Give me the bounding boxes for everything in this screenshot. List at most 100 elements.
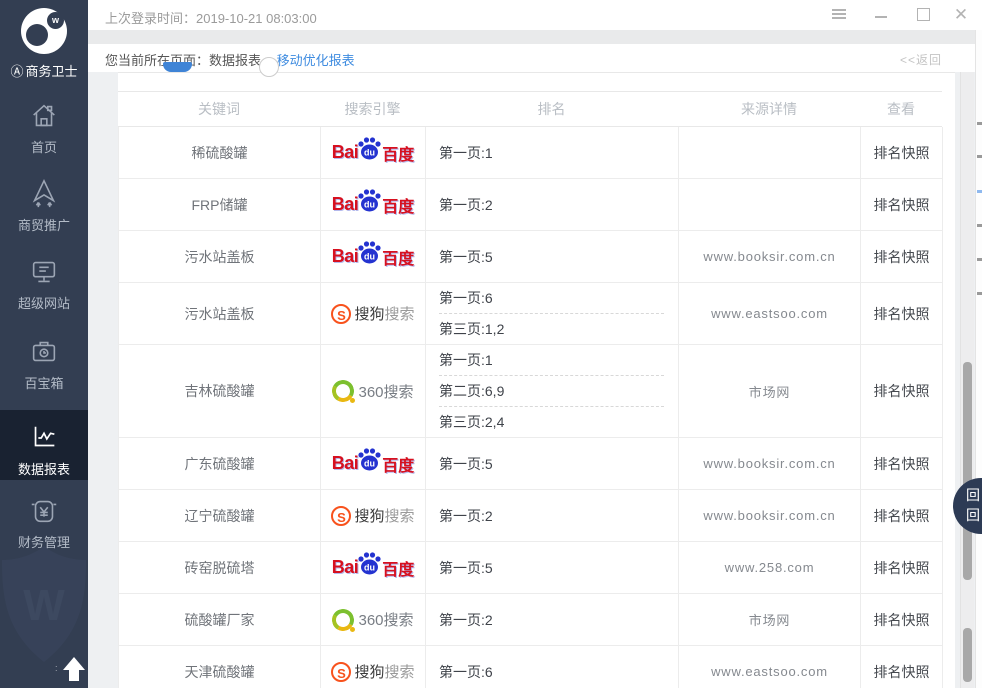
ranking-snapshot-link[interactable]: 排名快照	[874, 662, 930, 682]
sidebar-item-website[interactable]: 超级网站	[0, 256, 88, 312]
svg-text:du: du	[364, 148, 375, 158]
report-icon	[28, 422, 60, 454]
rank-line: 第一页:6	[439, 657, 664, 687]
sogou-logo: S搜狗搜索	[331, 661, 414, 682]
collapse-dots: ∶	[55, 664, 59, 675]
keyword-text: 砖窑脱硫塔	[185, 558, 255, 578]
rank-line: 第一页:2	[439, 501, 664, 531]
keyword-text: 辽宁硫酸罐	[185, 506, 255, 526]
table-row: 砖窑脱硫塔 Baidu百度 第一页:5 www.258.com 排名快照	[118, 542, 943, 594]
ranking-snapshot-link[interactable]: 排名快照	[874, 381, 930, 401]
titlebar: 上次登录时间：2019-10-21 08:03:00 ✕	[88, 0, 982, 30]
baidu-logo: Baidu百度	[332, 136, 415, 169]
sogou-s-icon: S	[331, 506, 351, 526]
keyword-text: 天津硫酸罐	[185, 662, 255, 682]
rank-line: 第一页:5	[439, 449, 664, 479]
breadcrumb-prefix: 您当前所在页面：	[105, 53, 209, 68]
rank-line: 第一页:2	[439, 190, 664, 220]
report-panel: 关键词搜索引擎排名来源详情查看 稀硫酸罐 Baidu百度 第一页:1 排名快照 …	[118, 72, 955, 688]
table-row: 辽宁硫酸罐 S搜狗搜索 第一页:2 www.booksir.com.cn 排名快…	[118, 490, 943, 542]
svg-text:du: du	[364, 459, 375, 469]
table-row: 广东硫酸罐 Baidu百度 第一页:5 www.booksir.com.cn 排…	[118, 438, 943, 490]
website-icon	[28, 256, 60, 288]
rank-line: 第三页:2,4	[439, 406, 664, 437]
breadcrumb: 您当前所在页面：数据报表>移动优化报表 <<返回	[88, 44, 975, 72]
ranking-snapshot-link[interactable]: 排名快照	[874, 143, 930, 163]
table-row: 吉林硫酸罐 360搜索 第一页:1第二页:6,9第三页:2,4 市场网 排名快照	[118, 345, 943, 438]
shield-watermark: W	[0, 540, 94, 670]
baidu-paw-icon: du	[357, 136, 382, 161]
source-text: www.booksir.com.cn	[703, 456, 835, 471]
sidebar-item-label: 首页	[0, 137, 88, 156]
source-text: www.eastsoo.com	[711, 306, 828, 321]
ranking-snapshot-link[interactable]: 排名快照	[874, 304, 930, 324]
baidu-paw-icon: du	[357, 188, 382, 213]
baidu-paw-icon: du	[357, 240, 382, 265]
column-header: 关键词	[118, 92, 320, 126]
column-header: 搜索引擎	[320, 92, 425, 126]
minimize-icon[interactable]	[873, 7, 891, 23]
ranking-snapshot-link[interactable]: 排名快照	[874, 506, 930, 526]
engine-logo-cell: Baidu百度	[321, 542, 426, 593]
baidu-logo: Baidu百度	[332, 240, 415, 273]
scroll-up-arrow[interactable]	[63, 657, 85, 681]
report-type-toggle-unselected[interactable]	[259, 57, 279, 77]
sidebar-item-home[interactable]: 首页	[0, 100, 88, 156]
ranking-snapshot-link[interactable]: 排名快照	[874, 558, 930, 578]
baidu-logo: Baidu百度	[332, 188, 415, 221]
table-row: FRP储罐 Baidu百度 第一页:2 排名快照	[118, 179, 943, 231]
keyword-text: 吉林硫酸罐	[185, 381, 255, 401]
rank-cell: 第一页:2	[426, 490, 679, 541]
breadcrumb-section: 数据报表	[209, 53, 261, 68]
rank-cell: 第一页:6	[426, 646, 679, 688]
sidebar-item-reports[interactable]: 数据报表	[0, 410, 88, 480]
baidu-paw-icon: du	[357, 551, 382, 576]
logo-badge: w	[47, 12, 64, 29]
rank-cell: 第一页:1第二页:6,9第三页:2,4	[426, 345, 679, 437]
360-ring-icon	[332, 380, 354, 402]
source-text: www.booksir.com.cn	[703, 249, 835, 264]
ranking-snapshot-link[interactable]: 排名快照	[874, 247, 930, 267]
rank-line: 第二页:6,9	[439, 375, 664, 406]
sogou-s-icon: S	[331, 662, 351, 682]
svg-text:du: du	[364, 200, 375, 210]
ranking-snapshot-link[interactable]: 排名快照	[874, 195, 930, 215]
maximize-icon[interactable]	[916, 7, 934, 23]
sidebar-item-label: 超级网站	[0, 293, 88, 312]
back-link[interactable]: <<返回	[900, 51, 942, 68]
rank-line: 第一页:1	[439, 138, 664, 168]
breadcrumb-current-link[interactable]: 移动优化报表	[277, 53, 355, 68]
brand-icon: Ⓐ	[10, 64, 23, 79]
ranking-snapshot-link[interactable]: 排名快照	[874, 454, 930, 474]
scrollbar-thumb-bottom[interactable]	[963, 628, 972, 682]
keyword-text: FRP储罐	[192, 195, 248, 215]
toolbox-icon	[28, 336, 60, 368]
sidebar: w Ⓐ商务卫士 首页 商贸推广 超级网	[0, 0, 88, 688]
keyword-text: 硫酸罐厂家	[185, 610, 255, 630]
svg-text:du: du	[364, 563, 375, 573]
table-row: 污水站盖板 Baidu百度 第一页:5 www.booksir.com.cn 排…	[118, 231, 943, 283]
rank-line: 第三页:1,2	[439, 313, 664, 344]
close-icon[interactable]: ✕	[952, 7, 970, 23]
table-header-row: 关键词搜索引擎排名来源详情查看	[118, 91, 942, 127]
app-window: 上次登录时间：2019-10-21 08:03:00 ✕ 您当前所在页面：数据报…	[0, 0, 982, 688]
engine-logo-cell: Baidu百度	[321, 231, 426, 282]
sidebar-item-toolbox[interactable]: 百宝箱	[0, 336, 88, 392]
sidebar-item-promotion[interactable]: 商贸推广	[0, 178, 88, 234]
source-text: www.258.com	[725, 560, 815, 575]
menu-icon[interactable]	[830, 7, 848, 23]
rank-line: 第一页:1	[439, 345, 664, 375]
titlebar-divider	[88, 30, 975, 44]
keyword-text: 污水站盖板	[185, 247, 255, 267]
scrollbar-thumb[interactable]	[963, 362, 972, 580]
table-row: 硫酸罐厂家 360搜索 第一页:2 市场网 排名快照	[118, 594, 943, 646]
report-type-toggle-selected[interactable]	[163, 62, 192, 72]
sidebar-item-label: 商贸推广	[0, 215, 88, 234]
engine-logo-cell: 360搜索	[321, 345, 426, 437]
ranking-snapshot-link[interactable]: 排名快照	[874, 610, 930, 630]
360-ring-icon	[332, 609, 354, 631]
rank-line: 第一页:6	[439, 283, 664, 313]
table-row: 天津硫酸罐 S搜狗搜索 第一页:6 www.eastsoo.com 排名快照	[118, 646, 943, 688]
360-logo: 360搜索	[332, 609, 413, 631]
engine-logo-cell: S搜狗搜索	[321, 646, 426, 688]
